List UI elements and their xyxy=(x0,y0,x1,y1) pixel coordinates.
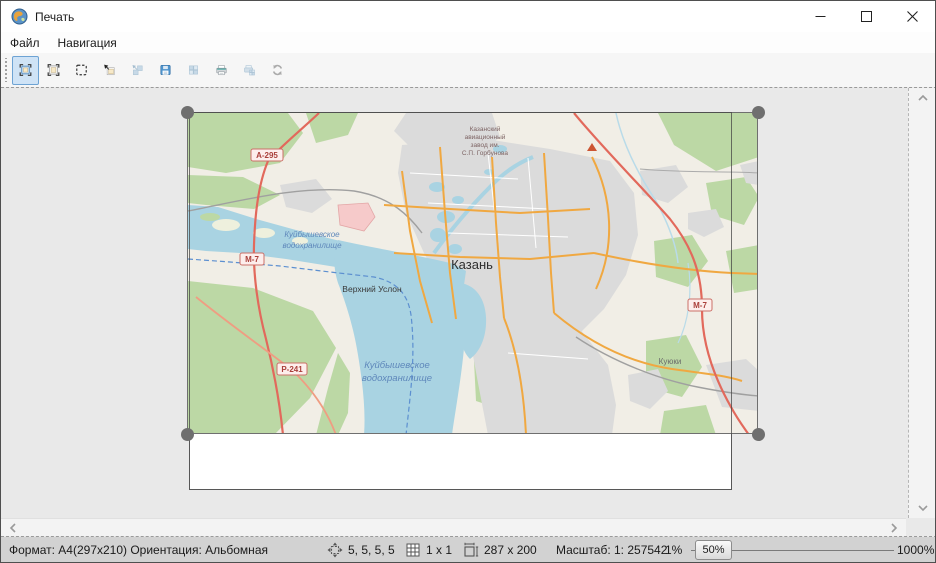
vertical-scrollbar[interactable] xyxy=(908,88,936,518)
menu-navigation[interactable]: Навигация xyxy=(49,34,126,52)
print-area-icon xyxy=(19,59,32,81)
map-region[interactable]: А-295 М-7 М-7 Р-241 Казанский авиационны… xyxy=(187,112,758,434)
print-tiles-button[interactable] xyxy=(236,56,263,85)
minimize-button[interactable] xyxy=(797,1,843,31)
globe-icon xyxy=(11,8,28,25)
print-window: Печать Файл Навигация xyxy=(0,0,936,563)
road-shield-p241: Р-241 xyxy=(281,365,303,374)
road-shield-a295: А-295 xyxy=(256,151,278,160)
toolbar-grip[interactable] xyxy=(4,58,8,82)
print-area-button[interactable] xyxy=(12,56,39,85)
factory-label-4: С.П. Горбунова xyxy=(462,149,509,157)
size-status: 287 x 200 xyxy=(484,543,537,557)
preview-area: А-295 М-7 М-7 Р-241 Казанский авиационны… xyxy=(1,87,936,537)
resize-handle-bottom-left[interactable] xyxy=(181,428,194,441)
refresh-icon xyxy=(271,59,284,81)
tile-grid-icon xyxy=(405,542,421,558)
window-title: Печать xyxy=(35,10,74,24)
print-button[interactable] xyxy=(208,56,235,85)
factory-label-2: авиационный xyxy=(465,133,506,141)
close-icon xyxy=(907,11,918,22)
selection-rect-icon xyxy=(75,59,88,81)
dimensions-icon xyxy=(463,542,479,558)
print-tiles-icon xyxy=(243,59,256,81)
reservoir-upper-label-1: Куйбышевское xyxy=(284,230,340,239)
resize-handle-top-right[interactable] xyxy=(752,106,765,119)
horizontal-scrollbar[interactable] xyxy=(1,518,906,536)
save-button[interactable] xyxy=(152,56,179,85)
menu-bar: Файл Навигация xyxy=(1,32,935,53)
format-status: Формат: A4(297x210) Ориентация: Альбомна… xyxy=(9,543,268,557)
close-button[interactable] xyxy=(889,1,935,31)
factory-label-3: завод им. xyxy=(471,142,500,149)
zoom-max-label: 1000% xyxy=(897,543,934,557)
move-area-button[interactable] xyxy=(96,56,123,85)
title-bar[interactable]: Печать xyxy=(1,1,935,32)
move-tiles-icon xyxy=(131,59,144,81)
scroll-left-button[interactable] xyxy=(7,522,19,534)
resize-handle-top-left[interactable] xyxy=(181,106,194,119)
preview-canvas[interactable]: А-295 М-7 М-7 Р-241 Казанский авиационны… xyxy=(1,88,906,518)
road-shield-m7-left: М-7 xyxy=(245,255,259,264)
map-image: А-295 М-7 М-7 Р-241 Казанский авиационны… xyxy=(188,113,758,434)
tiles-icon xyxy=(187,59,200,81)
road-shield-m7-right: М-7 xyxy=(693,301,707,310)
zoom-min-label: 1% xyxy=(665,543,682,557)
print-icon xyxy=(215,59,228,81)
margins-icon xyxy=(327,542,343,558)
town-label-kuyuki: Куюки xyxy=(659,357,682,366)
maximize-button[interactable] xyxy=(843,1,889,31)
factory-label-1: Казанский xyxy=(470,125,501,133)
menu-file[interactable]: Файл xyxy=(1,34,49,52)
refresh-button[interactable] xyxy=(264,56,291,85)
city-label-kazan: Казань xyxy=(451,257,493,272)
zoom-slider-thumb[interactable]: 50% xyxy=(695,540,732,560)
resize-handle-bottom-right[interactable] xyxy=(752,428,765,441)
move-tiles-button[interactable] xyxy=(124,56,151,85)
minimize-icon xyxy=(815,11,826,22)
scale-status: Масштаб: 1: 257542 xyxy=(556,543,667,557)
scroll-down-button[interactable] xyxy=(917,502,929,514)
tiles-button[interactable] xyxy=(180,56,207,85)
chevron-right-icon xyxy=(889,523,899,533)
scroll-up-button[interactable] xyxy=(917,92,929,104)
reservoir-lower-label-1: Куйбышевское xyxy=(364,360,430,371)
chevron-down-icon xyxy=(918,503,928,513)
move-area-icon xyxy=(103,59,116,81)
chevron-left-icon xyxy=(8,523,18,533)
selection-rect-button[interactable] xyxy=(68,56,95,85)
chevron-up-icon xyxy=(918,93,928,103)
status-bar: Формат: A4(297x210) Ориентация: Альбомна… xyxy=(1,537,935,563)
reservoir-lower-label-2: водохранилище xyxy=(362,373,432,384)
page-frame-icon xyxy=(47,59,60,81)
reservoir-upper-label-2: водохранилище xyxy=(282,241,342,250)
maximize-icon xyxy=(861,11,872,22)
page-frame-button[interactable] xyxy=(40,56,67,85)
toolbar xyxy=(1,53,935,87)
margins-status: 5, 5, 5, 5 xyxy=(348,543,395,557)
town-label-verkhny-uslon: Верхний Услон xyxy=(342,284,402,294)
tiles-status: 1 x 1 xyxy=(426,543,452,557)
scroll-right-button[interactable] xyxy=(888,522,900,534)
save-icon xyxy=(159,59,172,81)
